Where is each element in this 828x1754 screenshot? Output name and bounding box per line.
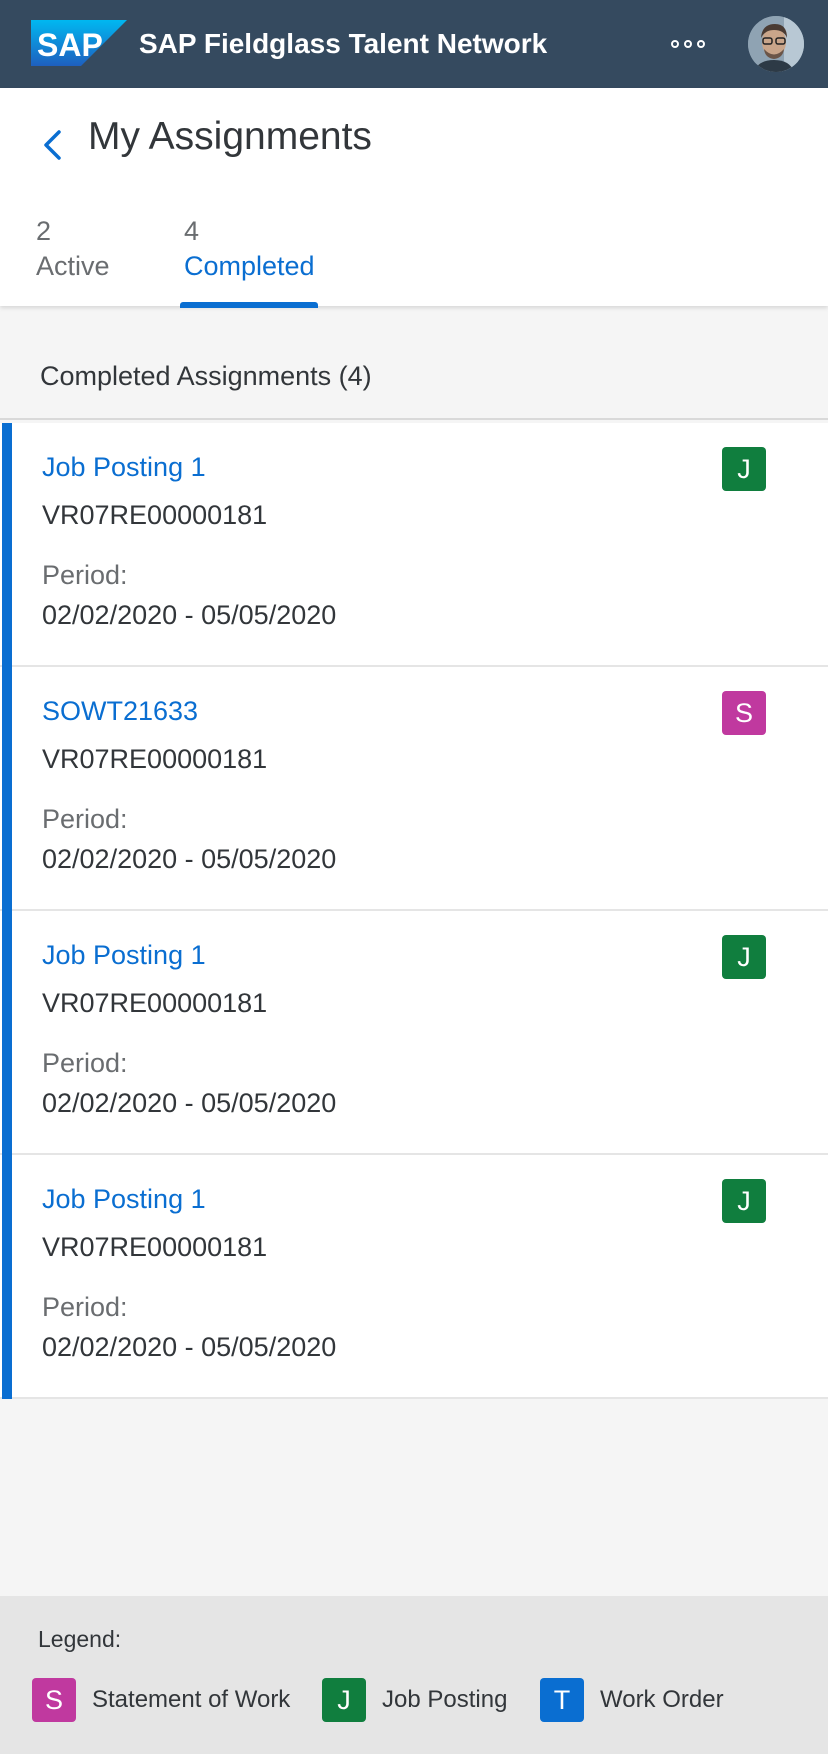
work-order-badge: T	[540, 1678, 584, 1722]
app-title: SAP Fieldglass Talent Network	[139, 28, 548, 59]
list-item[interactable]: Job Posting 1 VR07RE00000181 Period: 02/…	[0, 911, 828, 1155]
page-header: My Assignments 2 Active 4 Completed	[0, 88, 828, 306]
item-period-label: Period:	[42, 560, 128, 590]
item-period: 02/02/2020 - 05/05/2020	[42, 844, 337, 874]
legend-label: Job Posting	[382, 1686, 508, 1713]
item-title[interactable]: SOWT21633	[42, 693, 198, 729]
assignment-list: Job Posting 1 VR07RE00000181 Period: 02/…	[0, 423, 828, 1399]
item-title[interactable]: Job Posting 1	[42, 1181, 206, 1217]
job-posting-badge: J	[722, 447, 766, 491]
item-id: VR07RE00000181	[42, 744, 268, 774]
chevron-left-icon	[44, 130, 61, 160]
legend-label: Statement of Work	[92, 1686, 291, 1713]
list-item[interactable]: SOWT21633 VR07RE00000181 Period: 02/02/2…	[0, 667, 828, 911]
legend-item-statement-of-work: S Statement of Work	[32, 1678, 290, 1722]
statement-of-work-badge: S	[722, 691, 766, 735]
item-period: 02/02/2020 - 05/05/2020	[42, 600, 337, 630]
list-item[interactable]: Job Posting 1 VR07RE00000181 Period: 02/…	[0, 1155, 828, 1399]
shell-bar: SAP SAP Fieldglass Talent Network	[0, 0, 828, 88]
sap-logo[interactable]: SAP	[31, 20, 127, 66]
divider	[0, 418, 828, 420]
item-period: 02/02/2020 - 05/05/2020	[42, 1088, 337, 1118]
legend: Legend: S Statement of Work J Job Postin…	[0, 1596, 828, 1754]
job-posting-badge: J	[722, 1179, 766, 1223]
page-title: My Assignments	[88, 115, 372, 158]
item-id: VR07RE00000181	[42, 988, 268, 1018]
overflow-dots-icon[interactable]	[662, 22, 714, 66]
item-title[interactable]: Job Posting 1	[42, 937, 206, 973]
tab-completed-count: 4	[184, 216, 200, 246]
legend-title: Legend:	[38, 1626, 122, 1652]
back-button[interactable]	[30, 116, 74, 174]
tab-completed-label: Completed	[184, 251, 315, 281]
legend-item-job-posting: J Job Posting	[322, 1678, 507, 1722]
item-period-label: Period:	[42, 1048, 128, 1078]
list-header: Completed Assignments (4)	[40, 361, 372, 391]
tab-completed[interactable]: 4 Completed	[184, 214, 334, 306]
job-posting-badge: J	[722, 935, 766, 979]
legend-label: Work Order	[600, 1686, 724, 1713]
job-posting-badge: J	[322, 1678, 366, 1722]
item-period: 02/02/2020 - 05/05/2020	[42, 1332, 337, 1362]
sap-logo-text: SAP	[37, 27, 103, 63]
tab-active-label: Active	[36, 251, 110, 281]
list-accent-bar	[2, 423, 12, 1399]
item-id: VR07RE00000181	[42, 500, 268, 530]
item-title[interactable]: Job Posting 1	[42, 449, 206, 485]
tab-active[interactable]: 2 Active	[36, 214, 156, 306]
item-id: VR07RE00000181	[42, 1232, 268, 1262]
user-avatar[interactable]	[748, 16, 804, 72]
item-period-label: Period:	[42, 1292, 128, 1322]
legend-item-work-order: T Work Order	[540, 1678, 724, 1722]
list-item[interactable]: Job Posting 1 VR07RE00000181 Period: 02/…	[0, 423, 828, 667]
item-period-label: Period:	[42, 804, 128, 834]
selected-tab-indicator	[180, 302, 318, 308]
statement-of-work-badge: S	[32, 1678, 76, 1722]
tab-active-count: 2	[36, 216, 52, 246]
